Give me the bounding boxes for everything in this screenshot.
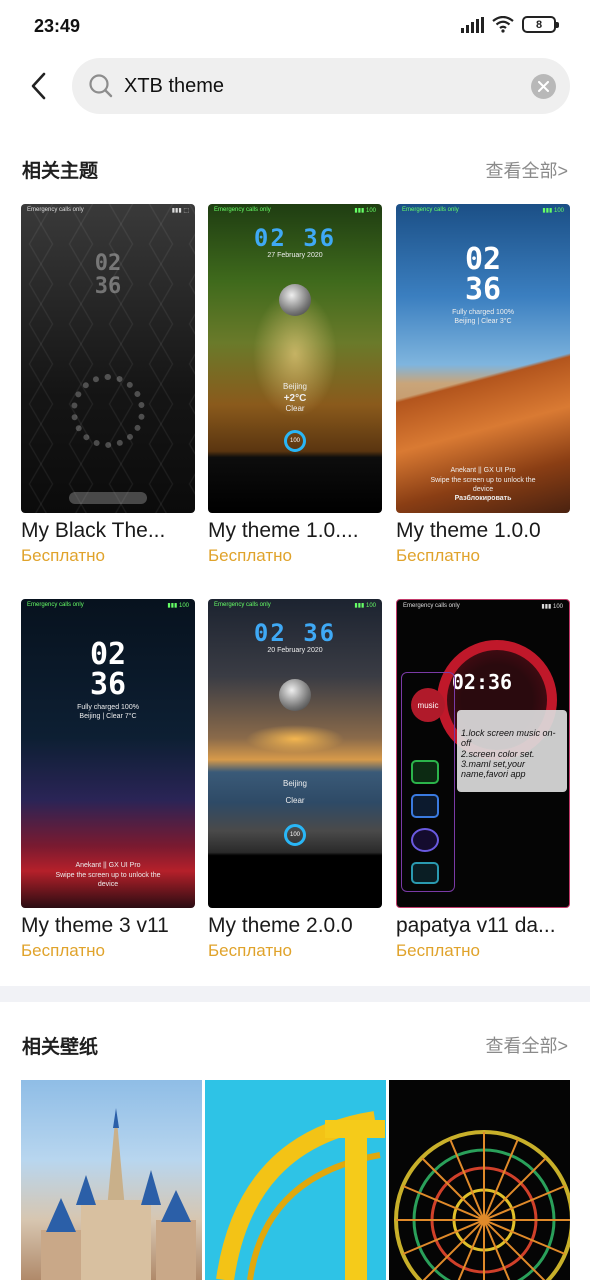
thumb-clock: 02 36 (253, 619, 337, 647)
battery-icon: 8 (522, 16, 559, 33)
theme-thumbnail: Emergency calls only ▮▮▮ 100 02 36 Fully … (21, 599, 195, 908)
theme-card[interactable]: Emergency calls only ▮▮▮ 100 02:36 music … (396, 599, 570, 961)
message-app-icon (411, 794, 439, 818)
related-wallpapers-title: 相关壁纸 (22, 1037, 99, 1058)
thumb-line1: Fully charged 100% (452, 309, 514, 316)
theme-name: papatya v11 da... (396, 914, 556, 937)
theme-price: Бесплатно (396, 546, 480, 565)
search-icon (89, 74, 113, 98)
thumb-weather: Beijing (282, 382, 307, 391)
battery-level: 8 (535, 18, 543, 31)
status-icons: 8 (461, 16, 559, 33)
back-arrow-icon (31, 72, 46, 100)
thumb-condition: Clear (285, 796, 305, 805)
note-line-2: 2.screen color set. (461, 748, 535, 759)
theme-price: Бесплатно (396, 941, 480, 960)
close-icon (538, 81, 549, 92)
thumb-clock-min: 36 (464, 272, 502, 307)
music-logo: music (411, 688, 445, 722)
theme-name: My theme 2.0.0 (208, 914, 353, 937)
theme-info-note: 1.lock screen music on-off 2.screen colo… (457, 710, 567, 792)
theme-card[interactable]: Emergency calls only ▮▮▮ 100 02 36 27 Feb… (208, 204, 382, 566)
theme-name: My theme 3 v11 (21, 914, 169, 937)
theme-price: Бесплатно (208, 546, 292, 565)
theme-name: My theme 1.0.0 (396, 519, 541, 542)
thumb-swipe: Swipe the screen up to unlock the device (55, 872, 161, 889)
related-themes-see-all[interactable]: 查看全部> (485, 157, 568, 183)
rollercoaster-image (216, 1111, 385, 1280)
theme-thumbnail: Emergency calls only ▮▮▮ 100 02 36 Fully … (396, 204, 570, 513)
theme-card[interactable]: Emergency calls only ▮▮▮ 100 02 36 Fully … (396, 204, 570, 566)
theme-thumbnail: Emergency calls only ▮▮▮ 100 02 36 20 Feb… (208, 599, 382, 908)
wallpaper-thumbnail-ferris-wheel[interactable] (389, 1080, 570, 1280)
gallery-app-icon (411, 862, 439, 884)
theme-card[interactable]: Emergency calls only ▮▮▮ ⬚ 02 36 My Black … (21, 204, 195, 566)
search-box[interactable] (72, 58, 570, 114)
clear-search-button[interactable] (531, 74, 556, 99)
section-divider (0, 986, 590, 1002)
note-line-1: 1.lock screen music on-off (461, 728, 556, 749)
thumb-unlock: Разблокировать (454, 495, 512, 502)
note-line-3: 3.maml set,your name,favori app (461, 759, 526, 780)
thumb-weather: Beijing (282, 779, 307, 788)
theme-thumbnail: Emergency calls only ▮▮▮ 100 02:36 music … (396, 599, 570, 908)
thumb-line1: Fully charged 100% (77, 704, 139, 711)
search-input[interactable] (124, 58, 524, 114)
back-button[interactable] (22, 66, 54, 106)
thumb-condition: Clear (285, 404, 305, 413)
phone-app-icon (411, 760, 439, 784)
search-header (0, 56, 590, 116)
status-bar: 23:49 8 (0, 0, 590, 52)
thumb-clock: 02 36 (253, 224, 337, 252)
wallpaper-thumbnail-castle[interactable] (21, 1080, 202, 1280)
thumb-line2: Beijing | Clear 3°C (454, 318, 512, 325)
theme-card[interactable]: Emergency calls only ▮▮▮ 100 02 36 Fully … (21, 599, 195, 961)
thumb-swipe: Swipe the screen up to unlock the device (430, 477, 536, 494)
thumb-footer: Anekant || GX UI Pro (75, 862, 141, 869)
ferris-wheel-image (394, 1130, 570, 1280)
thumb-date: 20 February 2020 (267, 647, 323, 654)
theme-thumbnail: Emergency calls only ▮▮▮ 100 02 36 27 Feb… (208, 204, 382, 513)
theme-name: My Black The... (21, 519, 166, 542)
related-wallpapers-see-all[interactable]: 查看全部> (485, 1032, 568, 1058)
wallpaper-thumbnail-rollercoaster[interactable] (205, 1080, 386, 1280)
wifi-icon (492, 16, 514, 33)
signal-icon (461, 16, 484, 33)
status-time: 23:49 (34, 16, 81, 36)
camera-app-icon (411, 828, 439, 852)
theme-price: Бесплатно (21, 941, 105, 960)
thumb-footer: Anekant || GX UI Pro (450, 467, 516, 474)
thumb-line2: Beijing | Clear 7°C (79, 713, 137, 720)
thumb-ring: 100 (284, 824, 306, 846)
theme-price: Бесплатно (208, 941, 292, 960)
theme-price: Бесплатно (21, 546, 105, 565)
theme-name: My theme 1.0.... (208, 519, 359, 542)
thumb-clock-min: 36 (89, 667, 127, 702)
castle-image (41, 1108, 196, 1280)
related-themes-title: 相关主题 (22, 161, 99, 182)
theme-card[interactable]: Emergency calls only ▮▮▮ 100 02 36 20 Feb… (208, 599, 382, 961)
thumb-ring: 100 (284, 430, 306, 452)
thumb-date: 27 February 2020 (267, 252, 323, 259)
theme-thumbnail: Emergency calls only ▮▮▮ ⬚ 02 36 (21, 204, 195, 513)
